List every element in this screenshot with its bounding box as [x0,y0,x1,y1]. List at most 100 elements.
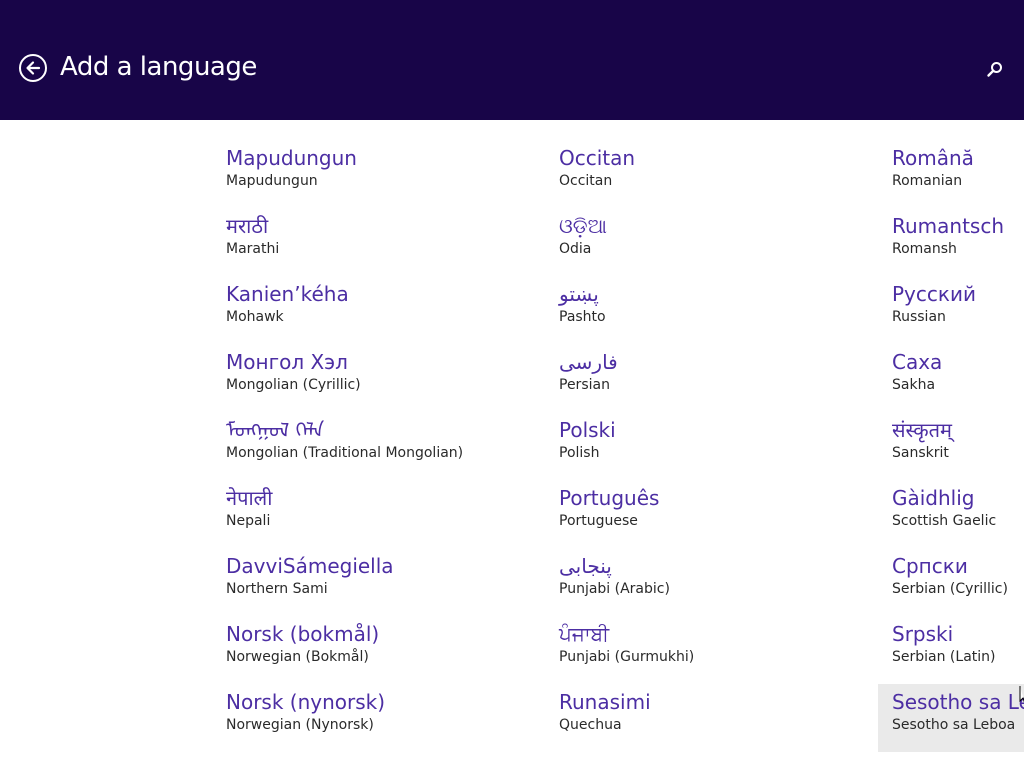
language-native-name: ᠮᠣᠩᠭᠣᠯ ᠬᠡᠯᠡ [226,418,325,442]
language-native-name [0,140,162,145]
language-native-name: esch [0,344,162,375]
language-grid: ćina giella esch и језик ayu MapudungunMapud… [0,120,1024,768]
back-arrow-icon [26,61,41,75]
language-english-name: Marathi [226,241,280,257]
language-english-name: Odia [559,241,592,257]
language-tile[interactable]: Саха Sakha [878,344,1024,412]
page-title: Add a language [60,52,257,82]
language-english-name: Norwegian (Nynorsk) [226,717,374,733]
language-tile[interactable]: ᠮᠣᠩᠭᠣᠯ ᠬᠡᠯᠡ Mongolian (Traditional Mongol… [212,412,542,480]
language-english-name: Scottish Gaelic [892,513,997,529]
language-tile[interactable]: ਪੰਜਾਬੀ Punjabi (Gurmukhi) [545,616,875,684]
language-tile[interactable]: Sesotho sa Leboa Sesotho sa Leboa [878,684,1024,752]
search-button[interactable] [985,60,1005,80]
language-tile[interactable]: ଓଡ଼ିଆ Odia [545,208,875,276]
language-english-name: Norwegian (Bokmål) [226,649,369,665]
back-button[interactable] [19,54,47,82]
language-tile[interactable]: Polski Polish [545,412,875,480]
language-native-name: и језик [0,412,162,443]
language-english-name: Quechua [559,717,622,733]
language-tile[interactable]: मराठी Marathi [212,208,542,276]
language-english-name: Serbian (Latin) [892,649,996,665]
language-tile[interactable]: پنجابی Punjabi (Arabic) [545,548,875,616]
language-english-name: Portuguese [559,513,638,529]
language-native-name: संस्कृतम् [892,418,953,442]
language-tile[interactable]: Occitan Occitan [545,140,875,208]
language-native-name: پښتو [559,282,599,306]
language-native-name: DavviSámegiella [226,554,394,578]
language-tile[interactable]: नेपाली Nepali [212,480,542,548]
language-english-name: Serbian (Cyrillic) [892,581,1008,597]
language-tile[interactable]: Português Portuguese [545,480,875,548]
language-tile[interactable]: Gàidhlig Scottish Gaelic [878,480,1024,548]
language-english-name: Russian [892,309,946,325]
language-native-name: Occitan [559,146,636,170]
language-native-name: Mapudungun [226,146,357,170]
language-native-name: Português [559,486,660,510]
language-native-name: ਪੰਜਾਬੀ [559,622,610,646]
language-tile[interactable]: Srpski Serbian (Latin) [878,616,1024,684]
language-tile[interactable]: Rumantsch Romansh [878,208,1024,276]
language-tile[interactable]: Русский Russian [878,276,1024,344]
language-english-name: Occitan [559,173,613,189]
language-tile[interactable] [0,140,162,208]
language-tile[interactable]: Norsk (bokmål) Norwegian (Bokmål) [212,616,542,684]
language-native-name: Rumantsch [892,214,1005,238]
language-native-name: Kanien’kéha [226,282,349,306]
language-native-name: giella [0,276,162,307]
language-native-name: Română [892,146,974,170]
language-native-name: Srpski [892,622,954,646]
language-tile[interactable]: فارسی Persian [545,344,875,412]
language-tile[interactable]: پښتو Pashto [545,276,875,344]
language-tile[interactable]: संस्कृतम् Sanskrit [878,412,1024,480]
language-english-name: Romansh [892,241,957,257]
language-tile[interactable]: Norsk (nynorsk) Norwegian (Nynorsk) [212,684,542,752]
language-native-name: Polski [559,418,616,442]
language-english-name: Sesotho sa Leboa [892,717,1016,733]
language-native-name: ćina [0,208,162,239]
language-native-name: नेपाली [226,486,273,510]
language-english-name: Romanian [892,173,963,189]
mouse-cursor-icon [1019,686,1024,703]
language-english-name: Nepali [226,513,271,529]
language-native-name: Монгол Хэл [226,350,348,374]
language-native-name: मराठी [226,214,269,238]
language-tile[interactable]: Mapudungun Mapudungun [212,140,542,208]
language-english-name: Polish [559,445,600,461]
language-native-name: Саха [892,350,943,374]
language-native-name: Norsk (bokmål) [226,622,380,646]
language-tile[interactable]: Српски Serbian (Cyrillic) [878,548,1024,616]
language-tile[interactable]: ćina [0,208,162,276]
language-tile[interactable]: Монгол Хэл Mongolian (Cyrillic) [212,344,542,412]
language-native-name: پنجابی [559,554,612,578]
language-native-name: Gàidhlig [892,486,975,510]
language-tile[interactable]: и језик [0,412,162,480]
language-column: Occitan Occitan ଓଡ଼ିଆ Odia پښتو Pashto فارسی Pe… [545,140,875,752]
app-header: Add a language [0,0,1024,120]
language-english-name: Pashto [559,309,606,325]
search-icon [987,62,1002,77]
language-english-name: Persian [559,377,610,393]
language-native-name: Norsk (nynorsk) [226,690,386,714]
language-english-name: Mongolian (Traditional Mongolian) [226,445,464,461]
language-tile[interactable]: Kanien’kéha Mohawk [212,276,542,344]
language-english-name: Punjabi (Arabic) [559,581,670,597]
language-english-name: Mongolian (Cyrillic) [226,377,361,393]
language-tile[interactable]: Runasimi Quechua [545,684,875,752]
language-column: Română Romanian Rumantsch Romansh Русский Rus… [878,140,1024,752]
language-native-name: Русский [892,282,976,306]
language-tile[interactable]: Română Romanian [878,140,1024,208]
language-english-name: Sakha [892,377,936,393]
language-native-name: ayu [0,480,162,511]
language-native-name: Српски [892,554,968,578]
language-tile[interactable]: esch [0,344,162,412]
language-english-name: Punjabi (Gurmukhi) [559,649,695,665]
language-english-name: Sanskrit [892,445,949,461]
language-english-name: Mohawk [226,309,284,325]
language-tile[interactable]: giella [0,276,162,344]
language-native-name: Runasimi [559,690,651,714]
language-tile[interactable]: ayu [0,480,162,548]
language-native-name: ଓଡ଼ିଆ [559,214,607,238]
language-tile[interactable]: DavviSámegiella Northern Sami [212,548,542,616]
language-column: ćina giella esch и језик ayu [0,140,162,548]
